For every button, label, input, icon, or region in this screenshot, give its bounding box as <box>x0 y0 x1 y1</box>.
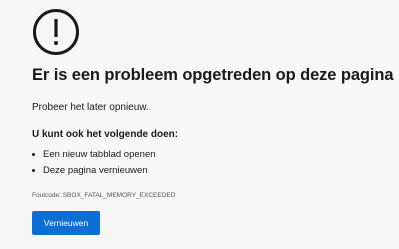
list-item: Deze pagina vernieuwen <box>32 163 156 179</box>
suggestion-text: Een nieuw tabblad openen <box>43 149 156 160</box>
error-page: Er is een probleem opgetreden op deze pa… <box>0 0 399 249</box>
list-item: Een nieuw tabblad openen <box>32 147 156 163</box>
error-code: Foutcode: SBOX_FATAL_MEMORY_EXCEEDED <box>32 192 176 199</box>
bullet-icon <box>32 153 35 156</box>
reload-button[interactable]: Vernieuwen <box>32 211 100 235</box>
suggestions-heading: U kunt ook het volgende doen: <box>32 129 179 140</box>
bullet-icon <box>32 169 35 172</box>
exclamation-circle-icon <box>33 9 79 55</box>
page-title: Er is een probleem opgetreden op deze pa… <box>32 66 394 84</box>
suggestions-list: Een nieuw tabblad openen Deze pagina ver… <box>32 147 156 179</box>
error-subtitle: Probeer het later opnieuw. <box>32 102 149 113</box>
suggestion-text: Deze pagina vernieuwen <box>43 165 148 176</box>
